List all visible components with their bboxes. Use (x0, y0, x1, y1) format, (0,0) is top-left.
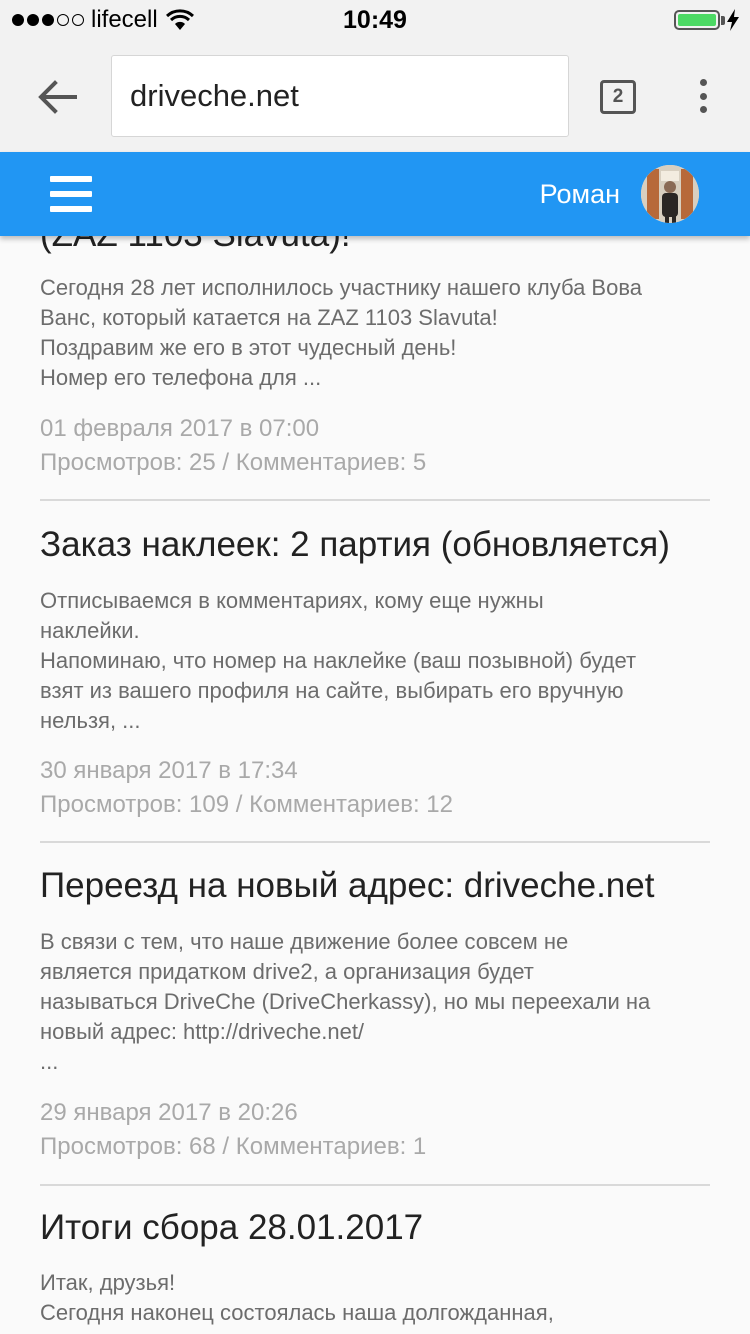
excerpt-line: Поздравим же его в этот чудесный день! (40, 335, 457, 360)
status-bar: lifecell 10:49 (0, 0, 750, 40)
back-arrow-icon (38, 80, 77, 114)
post-excerpt: Сегодня 28 лет исполнилось участнику наш… (40, 273, 710, 393)
post-excerpt-block: Итак, друзья! Сегодня наконец состоялась… (40, 1268, 710, 1328)
post-stats: Просмотров: 25 / Комментариев: 5 (40, 449, 427, 476)
excerpt-line: Итак, друзья! (40, 1270, 176, 1295)
excerpt-line: является придатком drive2, а организация… (40, 959, 534, 984)
post-title-block[interactable]: Переезд на новый адрес: driveche.net (40, 864, 710, 908)
excerpt-line: В связи с тем, что наше движение более с… (40, 929, 569, 954)
post-meta: 01 февраля 2017 в 07:00 Просмотров: 25 /… (40, 412, 710, 480)
avatar[interactable] (641, 165, 699, 223)
post-excerpt: Отписываемся в комментариях, кому еще ну… (40, 586, 710, 736)
excerpt-line: Ванс, который катается на ZAZ 1103 Slavu… (40, 305, 498, 330)
post-title[interactable]: Итоги сбора 28.01.2017 (40, 1206, 710, 1250)
post-title[interactable]: Заказ наклеек: 2 партия (обновляется) (40, 523, 710, 567)
excerpt-line: ... (40, 1049, 59, 1074)
post-stats: Просмотров: 68 / Комментариев: 1 (40, 1133, 427, 1160)
excerpt-line: Сегодня наконец состоялась наша долгожда… (40, 1300, 554, 1325)
post-excerpt-block: Отписываемся в комментариях, кому еще ну… (40, 586, 710, 736)
site-header: Роман (0, 152, 750, 236)
post-date: 30 января 2017 в 17:34 (40, 757, 298, 784)
excerpt-line: называться DriveChe (DriveCherkassy), но… (40, 989, 651, 1014)
hamburger-menu-icon[interactable] (50, 176, 92, 212)
post-date: 29 января 2017 в 20:26 (40, 1099, 298, 1126)
divider (40, 1184, 710, 1186)
clock: 10:49 (343, 6, 407, 34)
charging-bolt-icon (727, 9, 739, 31)
post-meta: 30 января 2017 в 17:34 Просмотров: 109 /… (40, 754, 710, 822)
excerpt-line: новый адрес: http://driveche.net/ (40, 1019, 365, 1044)
post-meta: 29 января 2017 в 20:26 Просмотров: 68 / … (40, 1096, 710, 1164)
excerpt-line: наклейки. (40, 618, 140, 643)
overflow-menu-icon[interactable] (690, 76, 716, 116)
post-title-block[interactable]: Итоги сбора 28.01.2017 (40, 1206, 710, 1250)
divider (40, 841, 710, 843)
post-excerpt-block: В связи с тем, что наше движение более с… (40, 927, 710, 1077)
post-excerpt: В связи с тем, что наше движение более с… (40, 927, 710, 1077)
address-bar[interactable]: driveche.net (111, 55, 569, 137)
back-button[interactable] (30, 72, 84, 122)
excerpt-line: нельзя, ... (40, 708, 141, 733)
excerpt-line: Отписываемся в комментариях, кому еще ну… (40, 588, 544, 613)
excerpt-line: Номер его телефона для ... (40, 365, 322, 390)
browser-toolbar: driveche.net 2 (0, 40, 750, 152)
post-excerpt-block: Сегодня 28 лет исполнилось участнику наш… (40, 273, 710, 393)
post-title-block[interactable]: Заказ наклеек: 2 партия (обновляется) (40, 523, 710, 567)
battery-nub (721, 16, 725, 25)
avatar-photo-icon (641, 165, 699, 223)
excerpt-line: взят из вашего профиля на сайте, выбират… (40, 678, 624, 703)
post-stats: Просмотров: 109 / Комментариев: 12 (40, 791, 453, 818)
tab-switcher-button[interactable]: 2 (600, 80, 636, 114)
divider (40, 499, 710, 501)
excerpt-line: Сегодня 28 лет исполнилось участнику наш… (40, 275, 643, 300)
battery-icon (674, 10, 720, 30)
user-name[interactable]: Роман (540, 176, 620, 212)
post-date: 01 февраля 2017 в 07:00 (40, 415, 320, 442)
excerpt-line: Напоминаю, что номер на наклейке (ваш по… (40, 648, 637, 673)
post-excerpt: Итак, друзья! Сегодня наконец состоялась… (40, 1268, 710, 1328)
post-title[interactable]: Переезд на новый адрес: driveche.net (40, 864, 710, 908)
